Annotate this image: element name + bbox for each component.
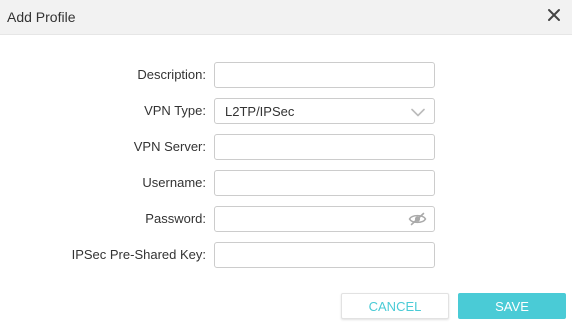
dialog-title: Add Profile	[7, 9, 76, 25]
psk-row: IPSec Pre-Shared Key:	[0, 242, 572, 268]
save-button[interactable]: SAVE	[458, 293, 566, 319]
close-icon[interactable]	[546, 7, 562, 23]
vpn-server-row: VPN Server:	[0, 134, 572, 160]
description-row: Description:	[0, 62, 572, 88]
vpn-type-value: L2TP/IPSec	[225, 104, 295, 119]
vpn-type-select[interactable]: L2TP/IPSec	[214, 98, 435, 124]
psk-input[interactable]	[214, 242, 435, 268]
password-row: Password:	[0, 206, 572, 232]
password-input[interactable]	[214, 206, 435, 232]
vpn-type-label: VPN Type:	[144, 103, 206, 118]
vpn-server-input[interactable]	[214, 134, 435, 160]
dialog-header: Add Profile	[0, 0, 572, 35]
cancel-button[interactable]: CANCEL	[341, 293, 449, 319]
chevron-down-icon	[411, 108, 425, 117]
username-label: Username:	[142, 175, 206, 190]
description-input[interactable]	[214, 62, 435, 88]
vpn-type-row: VPN Type: L2TP/IPSec	[0, 98, 572, 124]
username-row: Username:	[0, 170, 572, 196]
vpn-server-label: VPN Server:	[133, 139, 206, 154]
eye-slash-icon[interactable]	[408, 212, 427, 226]
username-input[interactable]	[214, 170, 435, 196]
password-label: Password:	[145, 211, 206, 226]
psk-label: IPSec Pre-Shared Key:	[71, 247, 206, 262]
add-profile-dialog: Add Profile Description: VPN Type: L2TP/…	[0, 0, 572, 322]
description-label: Description:	[137, 67, 206, 82]
